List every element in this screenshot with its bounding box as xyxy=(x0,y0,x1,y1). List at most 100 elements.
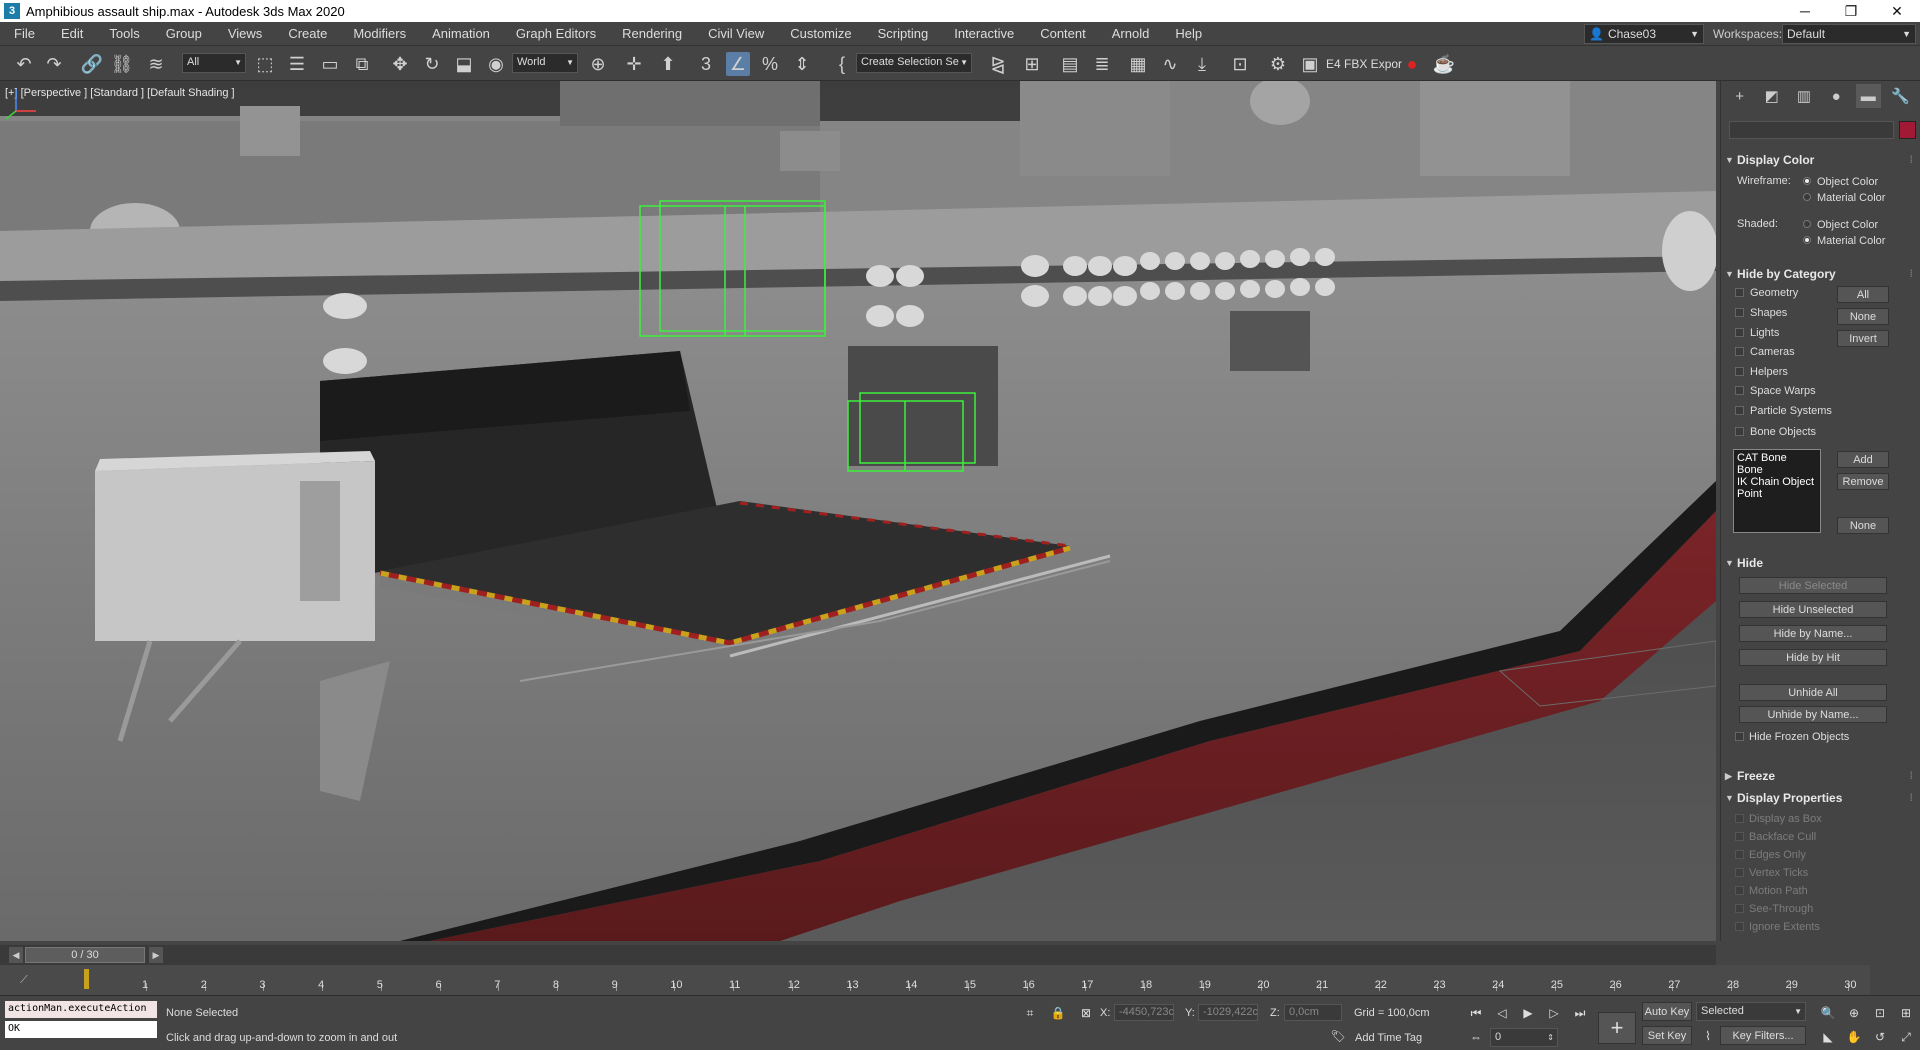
object-color-swatch[interactable] xyxy=(1899,121,1916,139)
modify-icon[interactable]: ◩ xyxy=(1759,84,1784,108)
edit-named-selection-icon[interactable]: { xyxy=(830,52,854,76)
place-icon[interactable]: ◉ xyxy=(484,52,508,76)
menu-group[interactable]: Group xyxy=(153,26,215,41)
time-tag-icon[interactable]: 🏷 xyxy=(1330,1028,1346,1044)
hide-by-category-header[interactable]: ▼ Hide by Category ⁞ xyxy=(1725,265,1915,283)
object-name-field[interactable] xyxy=(1729,121,1894,139)
previous-frame-icon[interactable]: ◁ xyxy=(1494,1005,1510,1021)
rotate-icon[interactable]: ↻ xyxy=(420,52,444,76)
geometry-checkbox[interactable] xyxy=(1735,288,1744,297)
freeze-header[interactable]: ▶ Freeze ⁞ xyxy=(1725,767,1915,785)
fbx-export-label[interactable]: E4 FBX Expor xyxy=(1326,57,1402,71)
menu-help[interactable]: Help xyxy=(1162,26,1215,41)
select-by-name-icon[interactable]: ☰ xyxy=(285,52,309,76)
next-frame-icon[interactable]: ▷ xyxy=(1546,1005,1562,1021)
scene-explorer-icon[interactable]: ▤ xyxy=(1058,52,1082,76)
unlink-icon[interactable]: ⛓ xyxy=(110,52,134,76)
spinner-snap-icon[interactable]: ⇕ xyxy=(790,52,814,76)
display-icon[interactable]: ▬ xyxy=(1855,84,1881,108)
add-time-tag[interactable]: Add Time Tag xyxy=(1355,1032,1422,1044)
select-object-icon[interactable]: ⬚ xyxy=(253,52,277,76)
workspace-dropdown[interactable]: Default ▼ xyxy=(1782,24,1916,44)
menu-civil-view[interactable]: Civil View xyxy=(695,26,777,41)
wireframe-object-color-radio[interactable] xyxy=(1803,177,1811,185)
maxscript-output[interactable]: OK xyxy=(5,1021,157,1038)
render-teapot-icon[interactable]: ☕ xyxy=(1432,52,1456,76)
display-as-box-checkbox[interactable] xyxy=(1735,814,1744,823)
zoom-all-icon[interactable]: ⊕ xyxy=(1846,1005,1862,1021)
key-filters-button[interactable]: Key Filters... xyxy=(1720,1026,1806,1045)
motion-icon[interactable]: ● xyxy=(1824,84,1849,108)
category-list[interactable]: CAT Bone Bone IK Chain Object Point xyxy=(1733,449,1821,533)
move-icon[interactable]: ✥ xyxy=(388,52,412,76)
hide-selected-button[interactable]: Hide Selected xyxy=(1739,577,1887,594)
vertex-ticks-checkbox[interactable] xyxy=(1735,868,1744,877)
bind-spacewarp-icon[interactable]: ≋ xyxy=(144,52,168,76)
edges-only-checkbox[interactable] xyxy=(1735,850,1744,859)
zoom-extents-icon[interactable]: ⊡ xyxy=(1872,1005,1888,1021)
current-frame-marker[interactable] xyxy=(84,969,89,989)
list-item[interactable]: Bone xyxy=(1737,464,1817,476)
menu-customize[interactable]: Customize xyxy=(777,26,864,41)
undo-icon[interactable]: ↶ xyxy=(12,52,36,76)
category-add-button[interactable]: Add xyxy=(1837,451,1889,468)
close-icon[interactable]: ✕ xyxy=(1874,0,1920,22)
snaps-toggle-icon[interactable]: 3 xyxy=(694,52,718,76)
track-bar[interactable]: ⟋ 1 2 3 4 5 6 7 8 9 10 11 12 13 14 15 16 17 18 19 20 21 22 23 2… xyxy=(0,965,1870,995)
curve-editor-icon[interactable]: ∿ xyxy=(1158,52,1182,76)
selection-lock-icon[interactable]: 🔒 xyxy=(1050,1005,1066,1021)
current-frame-field[interactable]: 0 ⇕ xyxy=(1490,1028,1558,1047)
list-item[interactable]: CAT Bone xyxy=(1737,452,1817,464)
motion-path-checkbox[interactable] xyxy=(1735,886,1744,895)
hide-category-all-button[interactable]: All xyxy=(1837,286,1889,303)
list-item[interactable]: Point xyxy=(1737,488,1817,500)
named-selection-dropdown[interactable]: Create Selection Se ▼ xyxy=(856,53,972,73)
key-mode-dropdown[interactable]: Selected ▼ xyxy=(1696,1002,1806,1021)
scale-icon[interactable]: ⬓ xyxy=(452,52,476,76)
time-slider-prev-icon[interactable]: ◀ xyxy=(9,947,23,963)
shaded-object-color-radio[interactable] xyxy=(1803,220,1811,228)
maxscript-listener-input[interactable]: actionMan.executeAction xyxy=(5,1001,157,1018)
reference-coordinate-dropdown[interactable]: World ▼ xyxy=(512,53,578,73)
unhide-all-button[interactable]: Unhide All xyxy=(1739,684,1887,701)
z-coordinate-field[interactable]: 0,0cm xyxy=(1284,1004,1342,1021)
restore-icon[interactable]: ❐ xyxy=(1828,0,1874,22)
particle-systems-checkbox[interactable] xyxy=(1735,406,1744,415)
see-through-checkbox[interactable] xyxy=(1735,904,1744,913)
pivot-center-icon[interactable]: ⊕ xyxy=(586,52,610,76)
cameras-checkbox[interactable] xyxy=(1735,347,1744,356)
perspective-viewport[interactable]: [+] [Perspective ] [Standard ] [Default … xyxy=(0,81,1716,941)
menu-arnold[interactable]: Arnold xyxy=(1099,26,1163,41)
shapes-checkbox[interactable] xyxy=(1735,308,1744,317)
menu-create[interactable]: Create xyxy=(275,26,340,41)
percent-snap-icon[interactable]: % xyxy=(758,52,782,76)
orbit-icon[interactable]: ↺ xyxy=(1872,1029,1888,1045)
backface-cull-checkbox[interactable] xyxy=(1735,832,1744,841)
user-account-dropdown[interactable]: 👤 Chase03 ▼ xyxy=(1584,24,1704,44)
category-remove-button[interactable]: Remove xyxy=(1837,473,1889,490)
schematic-view-icon[interactable]: ⤓ xyxy=(1190,52,1214,76)
menu-file[interactable]: File xyxy=(0,26,48,41)
maximize-viewport-icon[interactable]: ⤢ xyxy=(1898,1029,1914,1045)
hide-by-hit-button[interactable]: Hide by Hit xyxy=(1739,649,1887,666)
set-keys-icon[interactable]: + xyxy=(1598,1012,1636,1044)
layer-explorer-icon[interactable]: ≣ xyxy=(1090,52,1114,76)
play-icon[interactable]: ▶ xyxy=(1520,1005,1536,1021)
shaded-material-color-radio[interactable] xyxy=(1803,236,1811,244)
wireframe-material-color-radio[interactable] xyxy=(1803,193,1811,201)
window-crossing-icon[interactable]: ⧉ xyxy=(350,52,374,76)
hide-header[interactable]: ▼ Hide xyxy=(1725,554,1915,572)
menu-edit[interactable]: Edit xyxy=(48,26,96,41)
keyboard-shortcut-override-icon[interactable]: ⬆ xyxy=(656,52,680,76)
auto-key-button[interactable]: Auto Key xyxy=(1642,1002,1692,1021)
go-to-start-icon[interactable]: ⏮ xyxy=(1468,1005,1484,1021)
field-of-view-icon[interactable]: ◣ xyxy=(1820,1029,1836,1045)
zoom-extents-all-icon[interactable]: ⊞ xyxy=(1898,1005,1914,1021)
minimize-icon[interactable]: ─ xyxy=(1782,0,1828,22)
time-slider-next-icon[interactable]: ▶ xyxy=(149,947,163,963)
pan-view-icon[interactable]: ✋ xyxy=(1846,1029,1862,1045)
bone-objects-checkbox[interactable] xyxy=(1735,427,1744,436)
curve-editor-mini-icon[interactable]: ⟋ xyxy=(20,974,28,987)
y-coordinate-field[interactable]: -1029,422c xyxy=(1198,1004,1258,1021)
zoom-icon[interactable]: 🔍 xyxy=(1820,1005,1836,1021)
